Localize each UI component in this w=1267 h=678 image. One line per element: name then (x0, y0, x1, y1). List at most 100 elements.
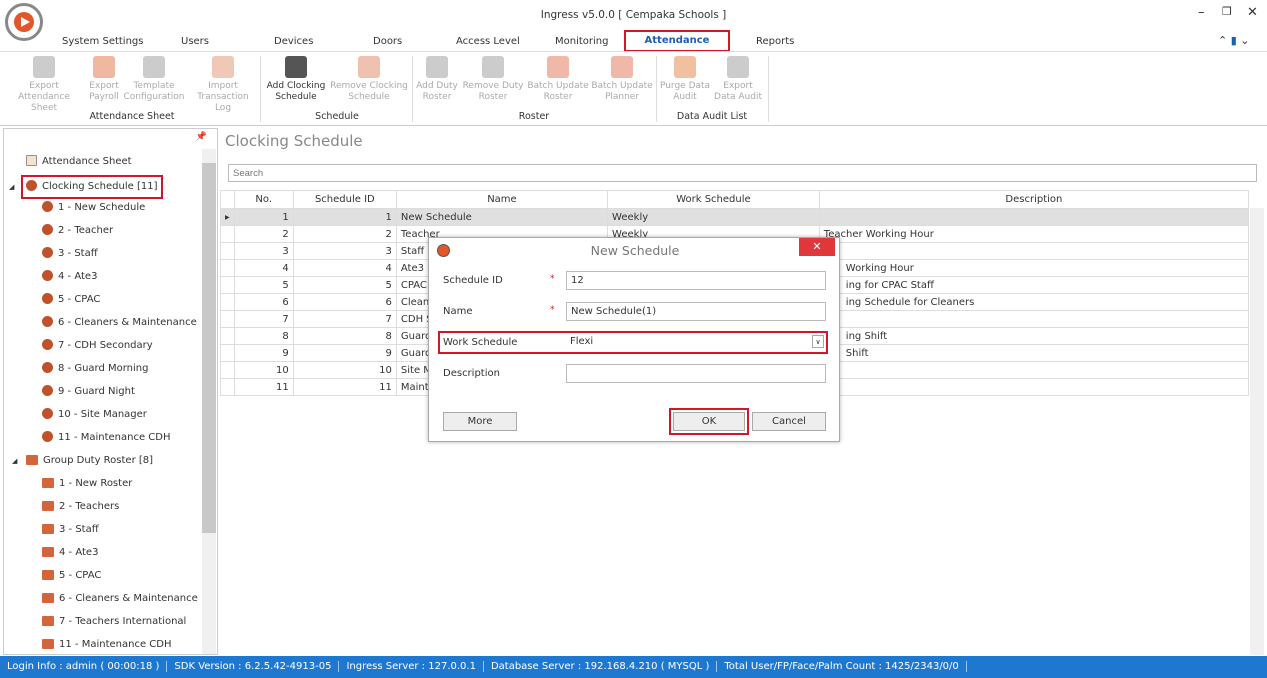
row-indicator (220, 225, 235, 243)
chevron-down-icon[interactable]: ∨ (812, 335, 824, 348)
tree-item-roster[interactable]: 6 - Cleaners & Maintenance (42, 589, 198, 609)
table-cell: 4 (292, 259, 397, 277)
column-header[interactable]: Name (395, 190, 609, 209)
description-input[interactable] (566, 364, 826, 383)
tree-item-schedule[interactable]: 7 - CDH Secondary (42, 336, 153, 356)
work-schedule-select[interactable]: Flexi ∨ (566, 333, 826, 352)
tab-users[interactable]: Users (181, 30, 209, 50)
search-input[interactable] (228, 164, 1257, 182)
cancel-button[interactable]: Cancel (752, 412, 826, 431)
row-indicator (220, 378, 235, 396)
table-cell: 1 (233, 208, 294, 226)
tree-item-label: 9 - Guard Night (58, 386, 135, 397)
column-header[interactable]: Work Schedule (607, 190, 820, 209)
tree-item-roster[interactable]: 3 - Staff (42, 520, 99, 540)
status-item: Login Info : admin ( 00:00:18 ) (0, 661, 168, 672)
expand-icon[interactable]: ◢ (12, 451, 17, 471)
ribbon-icon (33, 56, 55, 78)
ribbon-group-label: Schedule (315, 111, 359, 122)
tree-item-schedule[interactable]: 5 - CPAC (42, 290, 100, 310)
tree-item-label: 4 - Ate3 (59, 547, 99, 558)
tree-item-roster[interactable]: 11 - Maintenance CDH (42, 635, 171, 655)
ribbon-icon (285, 56, 307, 78)
ribbon-button-batch-update-planner[interactable]: Batch Update Planner (590, 56, 654, 103)
dialog-title: New Schedule (590, 243, 680, 258)
tree-item-label: 10 - Site Manager (58, 409, 147, 420)
tab-devices[interactable]: Devices (274, 30, 313, 50)
button-label: Remove Clocking (330, 81, 408, 91)
close-window-button[interactable]: ✕ (1247, 5, 1258, 20)
ribbon-button-template-configuration[interactable]: Template Configuration (123, 56, 185, 103)
button-label: Schedule (275, 92, 317, 102)
tree-item-schedule[interactable]: 1 - New Schedule (42, 198, 145, 218)
tree-item-label: 5 - CPAC (58, 294, 101, 305)
column-header[interactable]: No. (233, 190, 294, 209)
description-label: Description (443, 368, 500, 379)
tree-item-clocking-schedule[interactable]: ◢ Clocking Schedule [11] (9, 175, 164, 199)
dialog-close-button[interactable]: ✕ (799, 238, 835, 256)
row-indicator (220, 293, 235, 311)
button-label: Planner (604, 92, 640, 102)
button-label: Batch Update (527, 81, 589, 91)
required-marker: * (550, 305, 555, 315)
table-scrollbar[interactable] (1250, 208, 1264, 655)
ok-button[interactable]: OK (673, 412, 745, 431)
ribbon-button-remove-clocking-schedule[interactable]: Remove Clocking Schedule (330, 56, 408, 103)
ribbon-button-import-transaction-log[interactable]: Import Transaction Log (188, 56, 258, 114)
ribbon-button-add-duty-roster[interactable]: Add Duty Roster (414, 56, 460, 103)
restore-button[interactable]: ❐ (1222, 5, 1232, 18)
tree-item-group-duty-roster[interactable]: ◢ Group Duty Roster [8] (12, 451, 153, 471)
tab-access-level[interactable]: Access Level (456, 30, 520, 50)
tree-panel: 📌 Attendance Sheet ◢ Clocking Schedule [11… (3, 128, 218, 655)
tree-item-roster[interactable]: 4 - Ate3 (42, 543, 98, 563)
tree-item-label: 11 - Maintenance CDH (58, 432, 171, 443)
tree-item-roster[interactable]: 5 - CPAC (42, 566, 101, 586)
tree-item-roster[interactable]: 2 - Teachers (42, 497, 119, 517)
column-header[interactable]: Schedule ID (292, 190, 397, 209)
row-indicator: ▶ (220, 208, 235, 226)
tree-item-schedule[interactable]: 3 - Staff (42, 244, 98, 264)
tab-attendance[interactable]: Attendance (624, 30, 730, 52)
table-cell: ing for CPAC Staff (818, 276, 1250, 294)
expand-icon[interactable]: ◢ (9, 177, 14, 197)
tab-reports[interactable]: Reports (756, 30, 794, 50)
ribbon-collapse-icon[interactable]: ⌃ ▮ ⌄ (1218, 34, 1250, 47)
tree-scrollbar[interactable] (202, 149, 216, 654)
ribbon-button-export-payroll[interactable]: Export Payroll (86, 56, 122, 103)
work-schedule-value: Flexi (570, 336, 594, 347)
tree-item-roster[interactable]: 1 - New Roster (42, 474, 132, 494)
clock-icon (42, 431, 53, 442)
table-cell (818, 208, 1250, 226)
tree-item-schedule[interactable]: 2 - Teacher (42, 221, 113, 241)
pin-icon[interactable]: 📌 (196, 132, 207, 142)
tab-monitoring[interactable]: Monitoring (555, 30, 608, 50)
roster-icon (42, 639, 54, 649)
table-row[interactable]: ▶ 1 1 New Schedule Weekly (220, 208, 1250, 226)
tree-item-schedule[interactable]: 8 - Guard Morning (42, 359, 149, 379)
tree-item-schedule[interactable]: 10 - Site Manager (42, 405, 147, 425)
tree-item-schedule[interactable]: 6 - Cleaners & Maintenance (42, 313, 197, 333)
name-input[interactable]: New Schedule(1) (566, 302, 826, 321)
tree-item-schedule[interactable]: 9 - Guard Night (42, 382, 135, 402)
ribbon-button-export-attendance-sheet[interactable]: Export Attendance Sheet (4, 56, 84, 114)
button-label: Schedule (348, 92, 390, 102)
tree-item-schedule[interactable]: 11 - Maintenance CDH (42, 428, 170, 448)
ribbon-button-batch-update-roster[interactable]: Batch Update Roster (526, 56, 590, 103)
tree-item-attendance-sheet[interactable]: Attendance Sheet (26, 152, 132, 172)
tree-item-roster[interactable]: 7 - Teachers International (42, 612, 186, 632)
name-label: Name (443, 306, 473, 317)
tab-doors[interactable]: Doors (373, 30, 402, 50)
clock-icon (42, 201, 53, 212)
tree-item-schedule[interactable]: 4 - Ate3 (42, 267, 97, 287)
ribbon-button-export-data-audit[interactable]: Export Data Audit (712, 56, 764, 103)
ribbon-button-remove-duty-roster[interactable]: Remove Duty Roster (462, 56, 524, 103)
schedule-id-input[interactable]: 12 (566, 271, 826, 290)
ribbon-button-purge-data-audit[interactable]: Purge Data Audit (658, 56, 712, 103)
row-indicator (220, 361, 235, 379)
ribbon-button-add-clocking-schedule[interactable]: Add Clocking Schedule (264, 56, 328, 103)
column-header[interactable]: Description (818, 190, 1250, 209)
more-button[interactable]: More (443, 412, 517, 431)
status-item: Database Server : 192.168.4.210 ( MYSQL … (483, 661, 718, 672)
tab-system-settings[interactable]: System Settings (62, 30, 143, 50)
minimize-button[interactable]: – (1198, 5, 1205, 20)
